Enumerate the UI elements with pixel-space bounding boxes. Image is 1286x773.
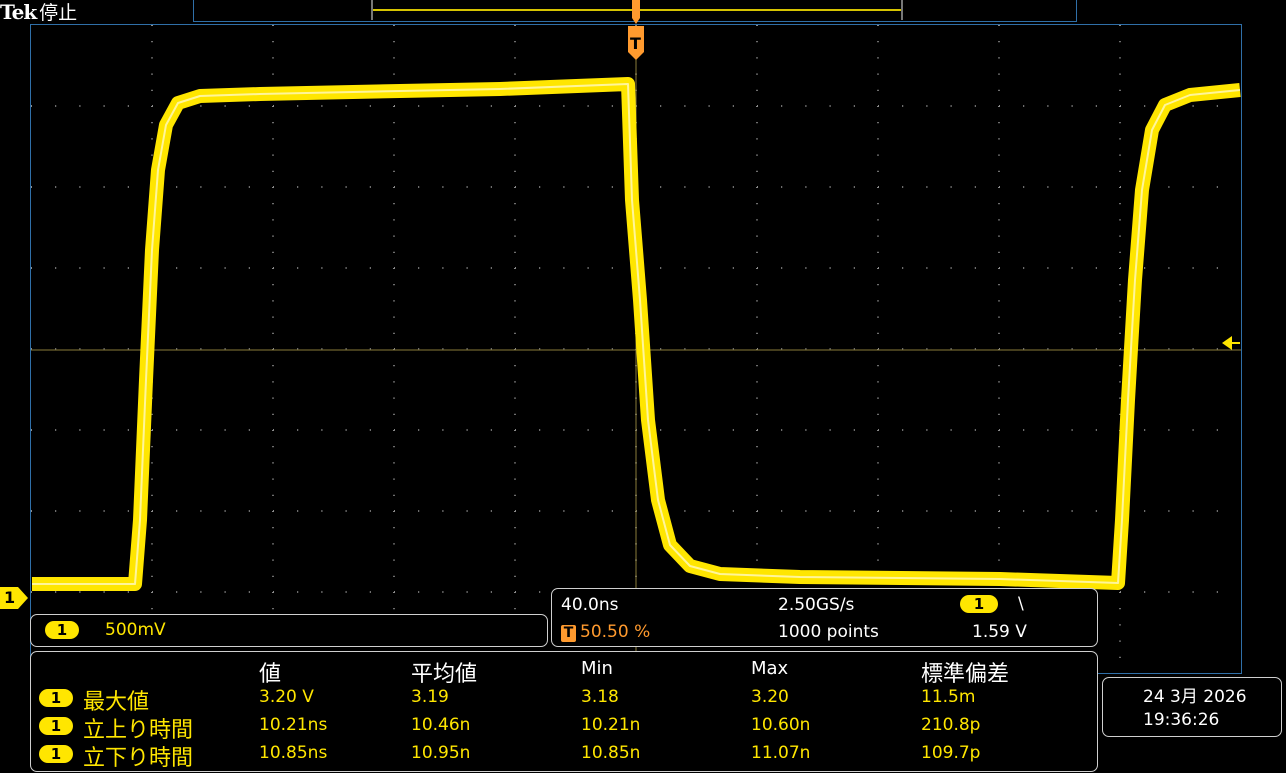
measurement-stddev: 109.7p (921, 743, 981, 763)
trigger-level: 1.59 V (972, 622, 1027, 642)
measurement-max: 3.20 (751, 687, 789, 707)
measurement-max: 11.07n (751, 743, 811, 763)
measurement-mean: 10.95n (411, 743, 471, 763)
measurement-row[interactable]: 1 立上り時間 10.21ns 10.46n 10.21n 10.60n 210… (31, 712, 1097, 743)
measurement-min: 3.18 (581, 687, 619, 707)
channel1-settings-box[interactable]: 1 500mV (30, 614, 548, 647)
measurement-value: 3.20 V (259, 687, 314, 707)
measurement-row[interactable]: 1 最大値 3.20 V 3.19 3.18 3.20 11.5m (31, 684, 1097, 715)
time-scale: 40.0ns (561, 595, 619, 615)
measurement-stddev: 11.5m (921, 687, 976, 707)
acquisition-box[interactable]: 40.0ns 2.50GS/s 1 \ T 50.50 % 1000 points… (551, 588, 1098, 647)
trigger-channel-badge: 1 (960, 595, 998, 613)
trigger-marker-label: T (630, 34, 641, 53)
trigger-slope-icon: \ (1018, 594, 1024, 614)
channel1-scale: 500mV (105, 620, 166, 640)
trigger-level-arrow[interactable] (1222, 336, 1240, 350)
measurement-mean: 10.46n (411, 715, 471, 735)
measurement-value: 10.85ns (259, 743, 328, 763)
measurement-min: 10.85n (581, 743, 641, 763)
measurement-max: 10.60n (751, 715, 811, 735)
row-channel-badge: 1 (39, 745, 73, 763)
datetime-box: 24 3月 2026 19:36:26 (1102, 677, 1282, 737)
measurement-min: 10.21n (581, 715, 641, 735)
measurement-stddev: 210.8p (921, 715, 981, 735)
measurement-value: 10.21ns (259, 715, 328, 735)
time-display: 19:36:26 (1143, 710, 1220, 730)
col-header-max: Max (751, 658, 789, 679)
date-display: 24 3月 2026 (1143, 687, 1247, 707)
measurements-panel[interactable]: 値 平均値 Min Max 標準偏差 1 最大値 3.20 V 3.19 3.1… (30, 651, 1098, 772)
measurement-name: 立下り時間 (83, 746, 194, 771)
row-channel-badge: 1 (39, 717, 73, 735)
channel1-marker-label: 1 (4, 588, 16, 607)
row-channel-badge: 1 (39, 689, 73, 707)
record-length: 1000 points (778, 622, 879, 642)
col-header-min: Min (581, 658, 613, 679)
sample-rate: 2.50GS/s (778, 595, 855, 615)
trigger-position-value: 50.50 % (580, 622, 651, 642)
record-trigger-marker (632, 0, 640, 24)
trigger-t-icon: T (561, 625, 576, 642)
channel1-badge: 1 (45, 621, 79, 639)
measurement-row[interactable]: 1 立下り時間 10.85ns 10.95n 10.85n 11.07n 109… (31, 740, 1097, 771)
trigger-position: T 50.50 % (561, 622, 650, 642)
measurement-mean: 3.19 (411, 687, 449, 707)
